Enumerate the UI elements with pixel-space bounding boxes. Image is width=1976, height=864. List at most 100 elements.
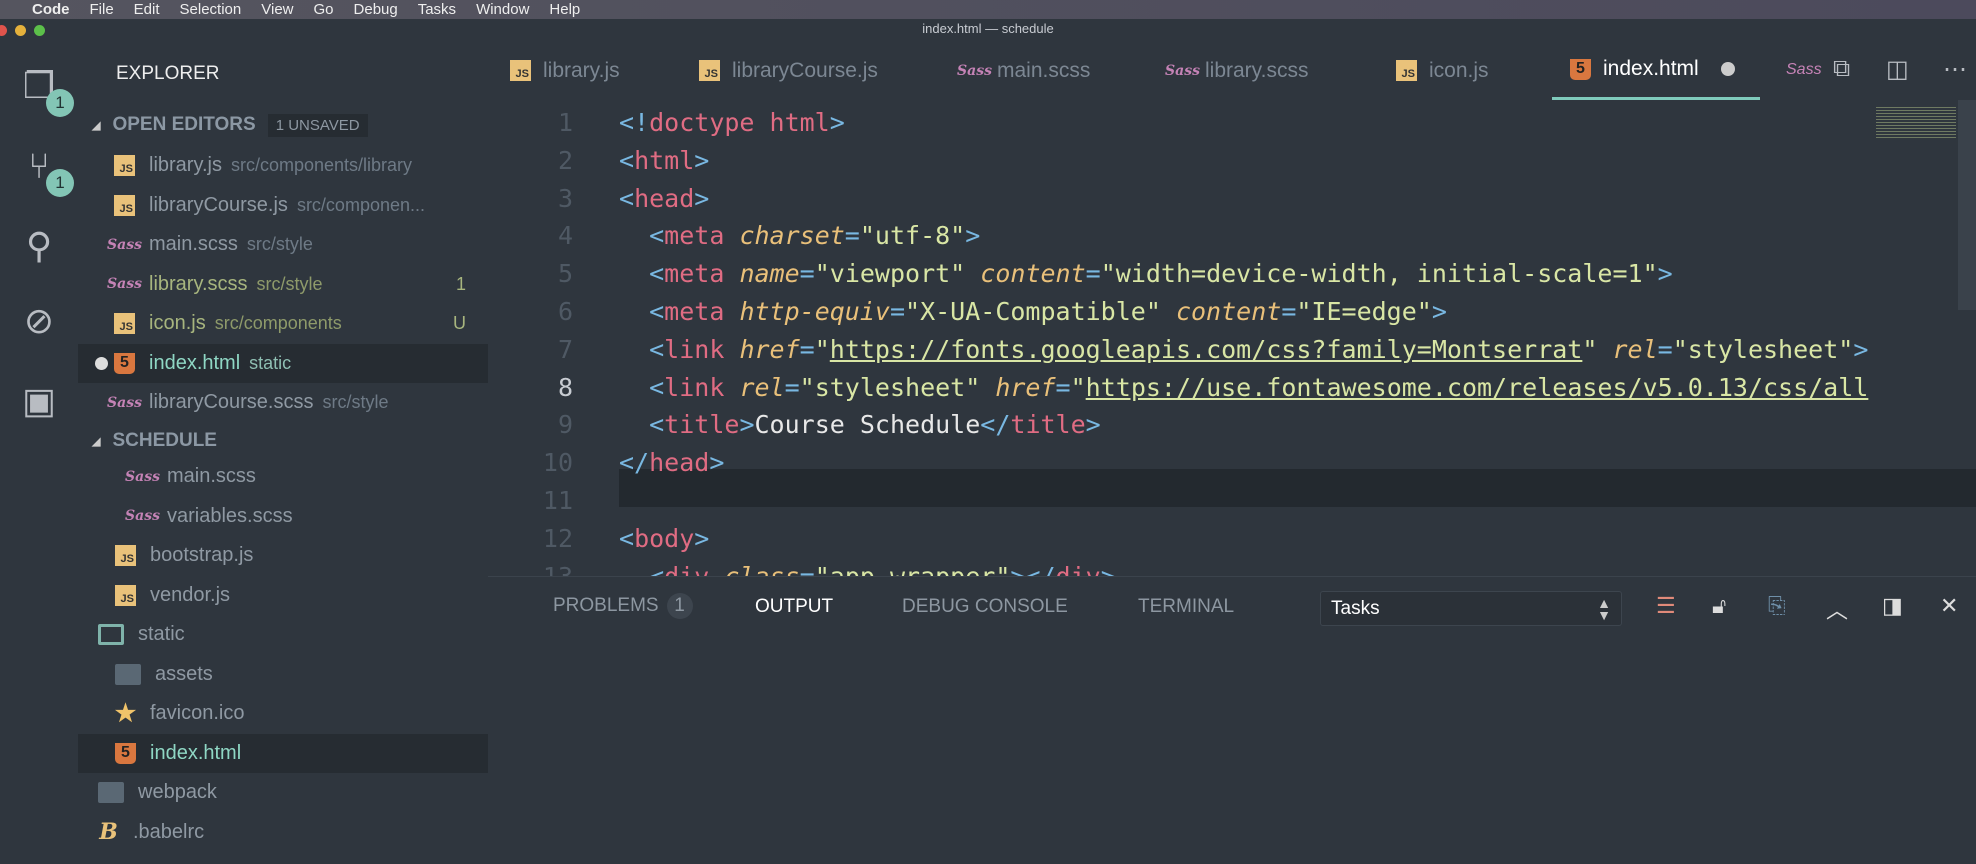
tab-library-js[interactable]: JS library.js bbox=[510, 41, 620, 100]
more-actions-icon[interactable]: ⋯ bbox=[1943, 55, 1967, 84]
code-token: content bbox=[980, 259, 1086, 289]
menu-selection[interactable]: Selection bbox=[180, 1, 242, 18]
tab-debug-console[interactable]: DEBUG CONSOLE bbox=[902, 596, 1068, 618]
code-line: <head> bbox=[619, 180, 709, 218]
tree-item[interactable]: Sass variables.scss bbox=[78, 497, 488, 536]
open-log-icon[interactable]: ⎘ bbox=[1768, 593, 1786, 619]
minimap[interactable] bbox=[1876, 105, 1956, 140]
code-token: < bbox=[649, 372, 665, 402]
open-editor-item[interactable]: JS library.js src/components/library bbox=[78, 146, 488, 185]
search-icon[interactable]: ⚲ bbox=[14, 221, 64, 271]
open-preview-icon[interactable]: ⧉ bbox=[1833, 55, 1850, 83]
tree-item[interactable]: webpack bbox=[78, 773, 488, 812]
menu-go[interactable]: Go bbox=[314, 1, 334, 18]
code-token: < bbox=[649, 334, 665, 364]
maximize-panel-icon[interactable]: ︿ bbox=[1826, 593, 1848, 625]
open-editor-item[interactable]: Sass main.scss src/style bbox=[78, 225, 488, 264]
menu-app-name[interactable]: Code bbox=[32, 1, 70, 18]
tab-label: icon.js bbox=[1429, 58, 1489, 82]
source-control-icon[interactable]: ⑂ 1 bbox=[14, 141, 74, 197]
tab-problems[interactable]: PROBLEMS 1 bbox=[553, 593, 693, 619]
menu-help[interactable]: Help bbox=[549, 1, 580, 18]
code-token: > bbox=[1657, 259, 1673, 289]
tab-library-scss[interactable]: Sass library.scss bbox=[1165, 41, 1308, 100]
file-path: static bbox=[249, 352, 292, 373]
file-name: libraryCourse.js bbox=[149, 193, 288, 216]
code-token: div bbox=[664, 562, 724, 576]
code-token: http-equiv bbox=[739, 297, 890, 326]
code-token: title bbox=[1010, 410, 1086, 440]
code-token: doctype html bbox=[649, 108, 830, 137]
tree-item-label: vendor.js bbox=[150, 583, 231, 606]
code-token[interactable]: https://fonts.googleapis.com/css?family=… bbox=[830, 335, 1583, 364]
menu-edit[interactable]: Edit bbox=[134, 1, 160, 18]
open-editor-item[interactable]: JS libraryCourse.js src/componen... bbox=[78, 186, 488, 225]
toggle-panel-position-icon[interactable]: ◨ bbox=[1882, 593, 1903, 619]
tree-item[interactable]: JS vendor.js bbox=[78, 576, 488, 615]
open-editor-item[interactable]: JS icon.js src/components U bbox=[78, 304, 488, 343]
tab-terminal[interactable]: TERMINAL bbox=[1138, 596, 1234, 618]
line-number: 11 bbox=[542, 486, 573, 515]
tree-item[interactable]: 5 index.html bbox=[78, 733, 488, 773]
code-editor[interactable]: 1 <!doctype html> 2 <html> 3 <head> 4 <meta ch… bbox=[488, 100, 1976, 576]
tab-output[interactable]: OUTPUT bbox=[755, 596, 833, 618]
tree-item[interactable]: assets bbox=[78, 655, 488, 694]
menu-view[interactable]: View bbox=[261, 1, 293, 18]
file-path: src/style bbox=[246, 234, 313, 254]
tree-item[interactable]: ★ favicon.ico bbox=[78, 694, 488, 733]
code-token: html bbox=[634, 145, 695, 175]
code-token: = bbox=[1657, 334, 1673, 364]
schedule-header[interactable]: ◢ SCHEDULE bbox=[78, 425, 488, 457]
tab-label: library.js bbox=[543, 58, 620, 82]
code-token: > bbox=[1431, 297, 1447, 326]
code-token: = bbox=[1281, 297, 1297, 326]
code-token: < bbox=[649, 259, 665, 289]
tab-label: libraryCourse.js bbox=[732, 58, 878, 82]
file-name: icon.js bbox=[149, 312, 206, 334]
tree-item-label: bootstrap.js bbox=[150, 544, 254, 566]
editor-scrollbar[interactable] bbox=[1958, 100, 1976, 310]
tab-main-scss[interactable]: Sass main.scss bbox=[957, 41, 1090, 100]
code-token: title bbox=[664, 410, 740, 440]
problems-badge: 1 bbox=[666, 593, 693, 619]
tree-item[interactable]: static bbox=[78, 615, 488, 654]
open-editor-item[interactable]: Sass libraryCourse.scss src/style bbox=[78, 383, 488, 422]
code-token: > bbox=[965, 221, 981, 251]
explorer-icon[interactable]: ❐ 1 bbox=[14, 61, 74, 117]
open-editor-item[interactable]: Sass library.scss src/style 1 bbox=[78, 265, 488, 304]
code-line: <body> bbox=[619, 520, 709, 558]
output-channel-select[interactable]: Tasks ▲ ▼ bbox=[1320, 591, 1622, 626]
tab-icon-js[interactable]: JS icon.js bbox=[1396, 41, 1489, 100]
js-file-icon: JS bbox=[114, 194, 135, 216]
tree-item[interactable]: JS bootstrap.js bbox=[78, 536, 488, 575]
close-panel-icon[interactable]: ✕ bbox=[1940, 593, 1958, 619]
unsaved-dot-icon[interactable] bbox=[1720, 62, 1735, 76]
sass-preview-icon[interactable]: Sass bbox=[1786, 61, 1822, 79]
line-number: 3 bbox=[557, 183, 573, 213]
scm-badge: 1 bbox=[46, 169, 74, 197]
extensions-icon[interactable]: ▣ bbox=[14, 376, 64, 426]
debug-icon[interactable]: ⊘ bbox=[14, 296, 64, 346]
code-token: "width=device-width, initial-scale=1" bbox=[1100, 259, 1658, 289]
tree-item-label: variables.scss bbox=[167, 504, 293, 527]
code-line: </head> bbox=[619, 444, 724, 482]
menu-file[interactable]: File bbox=[90, 1, 114, 18]
file-status: 1 bbox=[455, 273, 466, 294]
code-token[interactable]: https://use.fontawesome.com/releases/v5.… bbox=[1086, 373, 1869, 402]
split-editor-icon[interactable]: ◫ bbox=[1886, 55, 1909, 84]
js-file-icon: JS bbox=[114, 313, 135, 334]
tree-item[interactable]: Sass main.scss bbox=[78, 457, 488, 496]
tab-index-html[interactable]: 5 index.html bbox=[1552, 41, 1760, 100]
tab-libraryCourse-js[interactable]: JS libraryCourse.js bbox=[699, 41, 878, 100]
tree-item[interactable]: B .babelrc bbox=[78, 813, 488, 852]
line-number: 8 bbox=[557, 372, 573, 402]
menu-debug[interactable]: Debug bbox=[354, 1, 398, 18]
menu-tasks[interactable]: Tasks bbox=[418, 1, 456, 18]
clear-output-icon[interactable]: ☰ bbox=[1656, 593, 1676, 619]
open-editors-header[interactable]: ◢ OPEN EDITORS 1 UNSAVED bbox=[78, 109, 488, 141]
menu-window[interactable]: Window bbox=[476, 1, 529, 18]
lock-scroll-icon[interactable]: 🔓︎ bbox=[1712, 593, 1726, 619]
open-editor-item[interactable]: 5 index.html static bbox=[78, 343, 488, 383]
code-line: <div class="app-wrapper"></div> bbox=[619, 558, 1116, 576]
